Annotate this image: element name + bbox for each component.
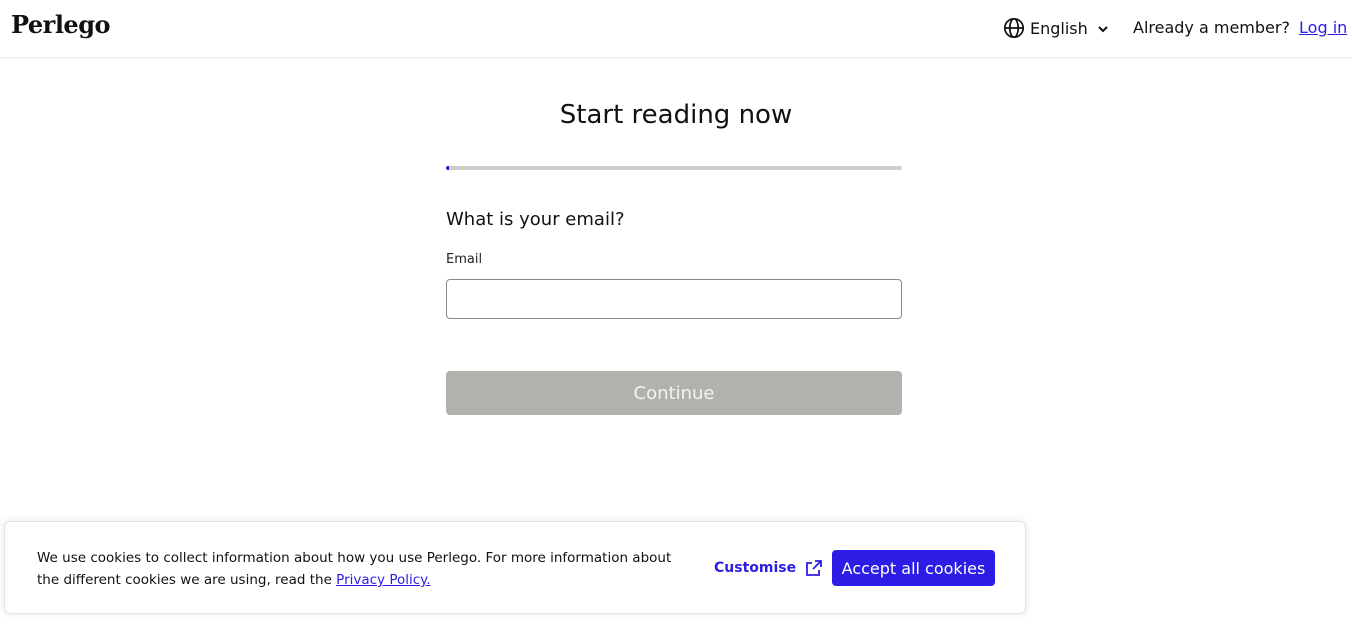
email-field[interactable] (446, 279, 902, 319)
perlego-logo[interactable]: Perlego (11, 10, 111, 39)
member-prompt: Already a member? Log in (1133, 18, 1347, 37)
member-prompt-text: Already a member? (1133, 18, 1290, 37)
language-label: English (1030, 18, 1088, 38)
email-question: What is your email? (446, 209, 625, 230)
globe-icon (1003, 17, 1025, 39)
top-bar: Perlego English Already a member? Log in (0, 0, 1352, 58)
customise-label: Customise (714, 560, 797, 576)
page-title: Start reading now (559, 100, 793, 130)
email-field-label: Email (446, 252, 483, 267)
language-selector[interactable]: English (1003, 16, 1110, 40)
external-link-icon (805, 559, 823, 577)
progress-bar (446, 166, 902, 170)
progress-bar-fill (446, 166, 449, 170)
accept-all-cookies-button[interactable]: Accept all cookies (832, 550, 995, 586)
continue-button[interactable]: Continue (446, 371, 902, 415)
chevron-down-icon (1096, 21, 1110, 35)
cookie-message: We use cookies to collect information ab… (37, 547, 677, 591)
customise-button[interactable]: Customise (714, 557, 823, 579)
cookie-banner: We use cookies to collect information ab… (4, 521, 1026, 614)
privacy-policy-link[interactable]: Privacy Policy. (336, 572, 430, 588)
login-link[interactable]: Log in (1299, 18, 1347, 37)
